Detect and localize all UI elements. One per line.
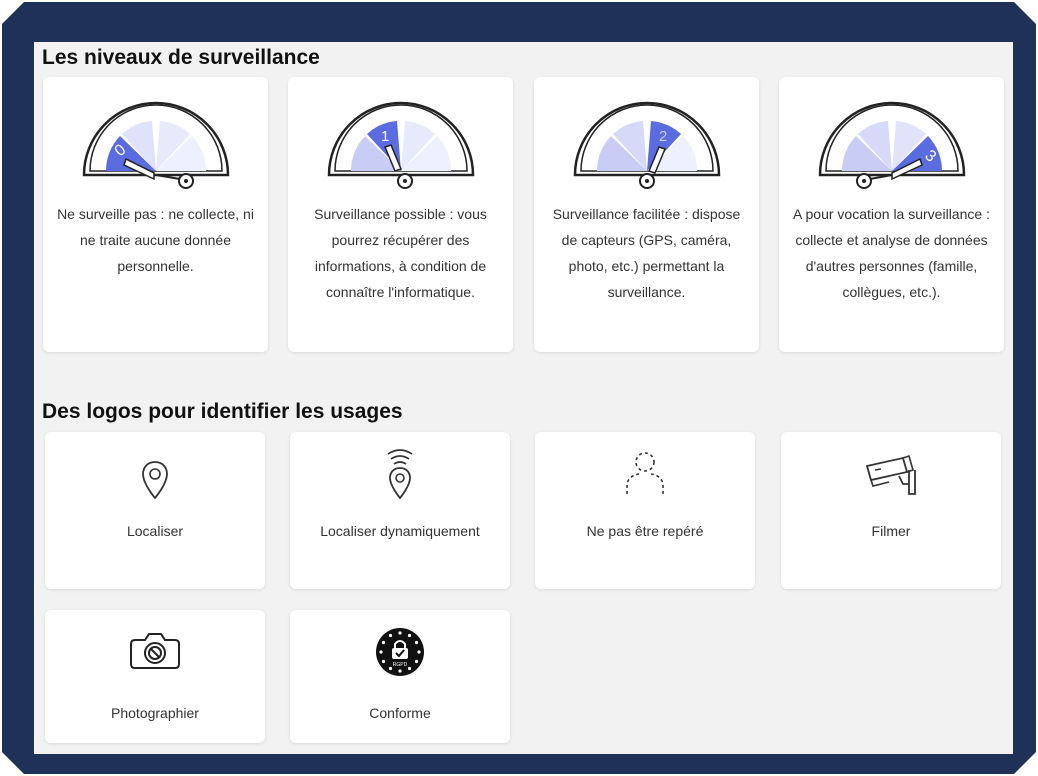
logo-card-conforme: RGPD Conforme <box>290 610 510 743</box>
logo-card-localiser: Localiser <box>45 432 265 589</box>
svg-text:2: 2 <box>659 128 667 145</box>
logo-label: Filmer <box>871 523 911 539</box>
location-pin-icon <box>142 461 168 500</box>
logo-card-filmer: Filmer <box>781 432 1001 589</box>
logo-label: Ne pas être repéré <box>586 523 704 539</box>
level-description: Surveillance possible : vous pourrez réc… <box>314 206 487 300</box>
cctv-camera-icon <box>865 454 916 495</box>
level-description: Surveillance facilitée : dispose de capt… <box>552 206 741 300</box>
gauge-level-3-icon: 3 <box>818 101 965 189</box>
logo-card-ne-pas-etre-repere: Ne pas être repéré <box>535 432 755 589</box>
dynamic-location-icon <box>387 449 413 500</box>
logo-card-localiser-dynamiquement: Localiser dynamiquement <box>290 432 510 589</box>
logo-label: Conforme <box>369 705 431 721</box>
rgpd-badge-icon: RGPD <box>376 628 424 676</box>
logo-label: Localiser <box>126 523 184 539</box>
camera-icon <box>130 633 180 669</box>
gauge-level-0-icon: 0 <box>82 101 229 189</box>
logo-label: Photographier <box>111 705 199 721</box>
level-description: Ne surveille pas : ne collecte, ni ne tr… <box>57 206 254 274</box>
svg-text:RGPD: RGPD <box>393 662 408 668</box>
logo-card-photographier: Photographier <box>45 610 265 743</box>
level-card-2: 2 Surveillance facilitée : dispose de ca… <box>534 77 759 352</box>
hidden-person-icon <box>626 452 664 494</box>
svg-text:1: 1 <box>381 128 389 145</box>
level-card-3: 3 A pour vocation la surveillance : coll… <box>779 77 1004 352</box>
section-title-levels: Les niveaux de surveillance <box>42 46 320 69</box>
gauge-level-1-icon: 1 <box>327 101 474 189</box>
gauge-level-2-icon: 2 <box>573 101 720 189</box>
section-title-logos: Des logos pour identifier les usages <box>42 400 403 423</box>
logo-label: Localiser dynamiquement <box>320 523 480 539</box>
level-card-1: 1 Surveillance possible : vous pourrez r… <box>288 77 513 352</box>
level-card-0: 0 Ne surveille pas : ne collecte, ni ne … <box>43 77 268 352</box>
level-description: A pour vocation la surveillance : collec… <box>793 206 990 300</box>
